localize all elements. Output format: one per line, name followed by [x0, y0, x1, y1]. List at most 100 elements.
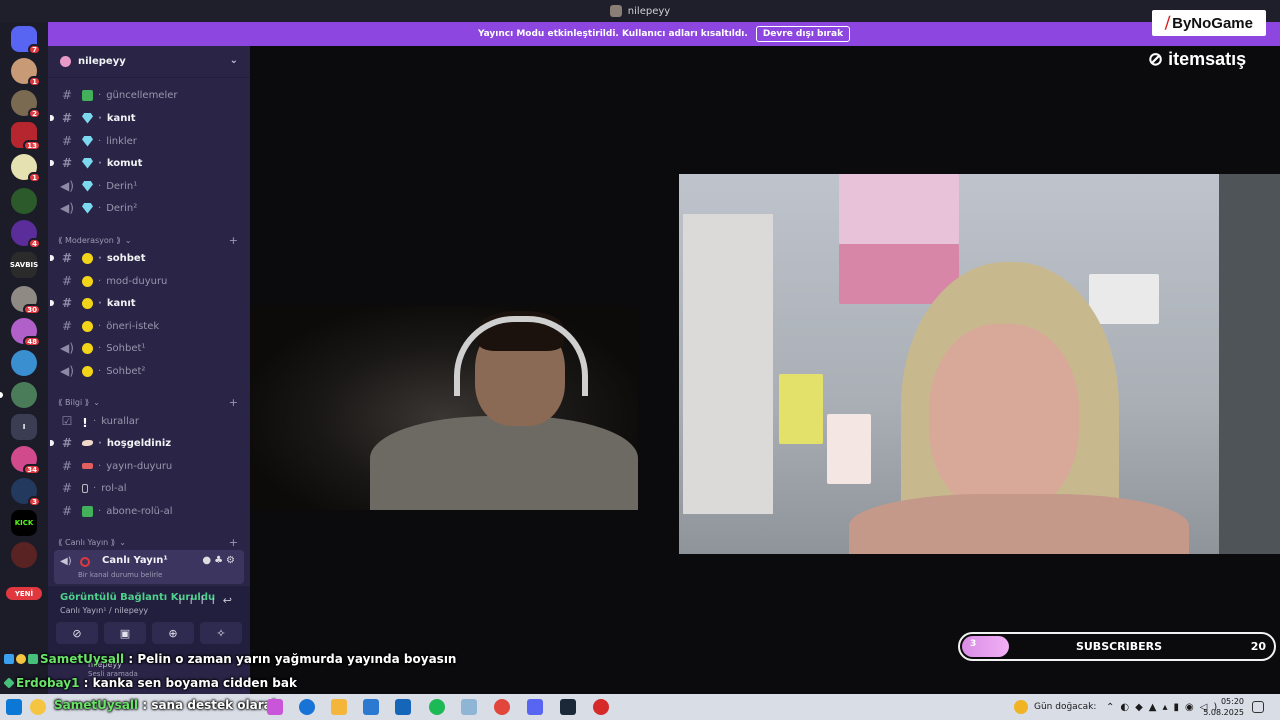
channel-name: güncellemeler: [106, 89, 178, 101]
channel-item[interactable]: # · güncellemeler: [54, 85, 244, 105]
server-icon[interactable]: [11, 188, 37, 214]
file-explorer-icon[interactable]: [331, 699, 347, 715]
chat-badge-icon: [4, 654, 14, 664]
server-icon[interactable]: 13: [11, 122, 41, 151]
channel-item[interactable]: # · kanıt: [50, 293, 244, 313]
weather-widget[interactable]: Gün doğacak:: [1014, 694, 1096, 720]
unread-indicator: [50, 255, 54, 261]
chrome-icon[interactable]: [494, 699, 510, 715]
copilot-icon[interactable]: [267, 699, 283, 715]
start-icon[interactable]: [6, 699, 22, 715]
connection-channel[interactable]: Canlı Yayın¹ / nilepeyy: [60, 606, 148, 615]
outlook-icon[interactable]: [395, 699, 411, 715]
server-icon[interactable]: 48: [11, 318, 41, 347]
channel-name: linkler: [106, 135, 137, 147]
chat-username: Erdobay1: [16, 676, 80, 690]
server-icon[interactable]: 2: [11, 90, 41, 119]
server-badge: 3: [28, 496, 41, 507]
server-icon[interactable]: 30: [11, 286, 41, 315]
edge-icon[interactable]: [299, 699, 315, 715]
server-icon[interactable]: 4: [11, 220, 41, 249]
channel-sidebar: nilepeyy ⌄ # · güncellemeler # · kanıt # · lin…: [48, 46, 250, 694]
channel-item[interactable]: # · abone-rolü-al: [54, 501, 244, 521]
category-moderasyon[interactable]: ⟪ Moderasyon ⟫ ⌄ +: [58, 233, 244, 247]
category-bilgi[interactable]: ⟪ Bilgi ⟫ ⌄ +: [58, 395, 244, 409]
discord-icon[interactable]: [527, 699, 543, 715]
spotify-icon[interactable]: [429, 699, 445, 715]
chat-badge-icon: [16, 654, 26, 664]
screen-share-button[interactable]: ▣: [104, 622, 146, 644]
server-icon[interactable]: 34: [11, 446, 41, 475]
disable-streamer-mode-button[interactable]: Devre dışı bırak: [755, 26, 851, 42]
banner-text: Yayıncı Modu etkinleştirildi. Kullanıcı …: [477, 29, 748, 39]
poster-shape: [1089, 274, 1159, 324]
store-icon[interactable]: [363, 699, 379, 715]
bynogame-mark-icon: ⧸: [1165, 14, 1171, 32]
yellow-circle-emoji-icon: [82, 275, 93, 287]
category-name: ⟪ Moderasyon ⟫: [58, 235, 121, 245]
text-channel-icon: #: [61, 274, 73, 288]
clock-date: 5.08.2025: [1203, 708, 1244, 717]
window-titlebar: nilepeyy: [0, 0, 1280, 22]
clock[interactable]: 05:20 5.08.2025: [1203, 696, 1244, 718]
check-emoji-icon: [82, 89, 93, 101]
chat-badge-icon: [3, 677, 15, 689]
camera-off-button[interactable]: ⊘: [56, 622, 98, 644]
text-channel-icon: #: [61, 156, 73, 170]
channel-item[interactable]: ☑! · kurallar: [54, 411, 244, 431]
screen-share-icon: ▣: [119, 626, 131, 640]
channel-item[interactable]: ◀) · Derin¹: [54, 176, 244, 196]
curtain-shape: [1219, 174, 1280, 554]
add-channel-icon[interactable]: +: [229, 396, 238, 409]
server-icon[interactable]: [11, 350, 37, 376]
category-canli-yayin[interactable]: ⟪ Canlı Yayın ⟫ ⌄ +: [58, 535, 244, 549]
add-channel-icon[interactable]: +: [229, 536, 238, 549]
streamer-mode-banner: Yayıncı Modu etkinleştirildi. Kullanıcı …: [48, 22, 1280, 46]
add-channel-icon[interactable]: +: [229, 234, 238, 247]
chat-text: Pelin o zaman yarın yağmurda yayında boy…: [137, 652, 457, 666]
channel-item[interactable]: # · yayın-duyuru: [54, 456, 244, 476]
connection-controls-icon[interactable]: ıılı↩: [179, 594, 240, 607]
steam-icon[interactable]: [560, 699, 576, 715]
server-icon[interactable]: 1: [11, 154, 41, 183]
server-icon[interactable]: 1: [11, 58, 41, 87]
channel-item[interactable]: # · rol-al: [54, 478, 244, 498]
active-voice-channel[interactable]: ◀) Canlı Yayın¹ Bir kanal durumu belirle…: [54, 550, 244, 584]
channel-name: abone-rolü-al: [106, 505, 173, 517]
obs-icon[interactable]: [593, 699, 609, 715]
channel-item[interactable]: # · sohbet: [50, 248, 244, 268]
channel-name: Derin¹: [106, 180, 138, 192]
discord-home-icon[interactable]: 7: [11, 26, 41, 55]
channel-item[interactable]: ◀) · Sohbet²: [54, 361, 244, 381]
server-icon[interactable]: I: [11, 414, 37, 440]
server-icon[interactable]: [11, 542, 37, 568]
soundboard-button[interactable]: ✧: [200, 622, 242, 644]
activity-button[interactable]: ⊕: [152, 622, 194, 644]
camera-off-icon: ⊘: [72, 626, 82, 640]
voice-channel-icon: ◀): [60, 556, 72, 567]
voice-channel-actions-icon[interactable]: ●♣⚙: [202, 555, 238, 566]
guild-header[interactable]: nilepeyy ⌄: [48, 46, 250, 78]
kick-server-icon[interactable]: KICK: [11, 510, 37, 536]
chevron-down-icon[interactable]: ⌄: [230, 55, 238, 66]
channel-item[interactable]: # · linkler: [54, 131, 244, 151]
server-icon[interactable]: [0, 382, 37, 408]
notifications-icon[interactable]: [1252, 701, 1264, 713]
search-icon[interactable]: [30, 699, 46, 715]
channel-item[interactable]: # · öneri-istek: [54, 316, 244, 336]
channel-item[interactable]: # · kanıt: [50, 108, 244, 128]
channel-item[interactable]: # · mod-duyuru: [54, 271, 244, 291]
server-badge: 1: [28, 76, 41, 87]
channel-item[interactable]: ◀) · Sohbet¹: [54, 338, 244, 358]
channel-status-prompt[interactable]: Bir kanal durumu belirle: [78, 571, 162, 579]
channel-name: sohbet: [106, 252, 146, 264]
channel-item[interactable]: ◀) · Derin²: [54, 198, 244, 218]
server-icon[interactable]: SAVBIS: [10, 252, 38, 278]
gem-emoji-icon: [82, 136, 93, 147]
channel-item[interactable]: # · komut: [50, 153, 244, 173]
server-icon[interactable]: 3: [11, 478, 41, 507]
app-icon[interactable]: [461, 699, 477, 715]
screen: nilepeyy Yayıncı Modu etkinleştirildi. K…: [0, 0, 1280, 720]
channel-item[interactable]: # · hoşgeldiniz: [50, 433, 244, 453]
rules-channel-icon: ☑: [61, 414, 73, 428]
